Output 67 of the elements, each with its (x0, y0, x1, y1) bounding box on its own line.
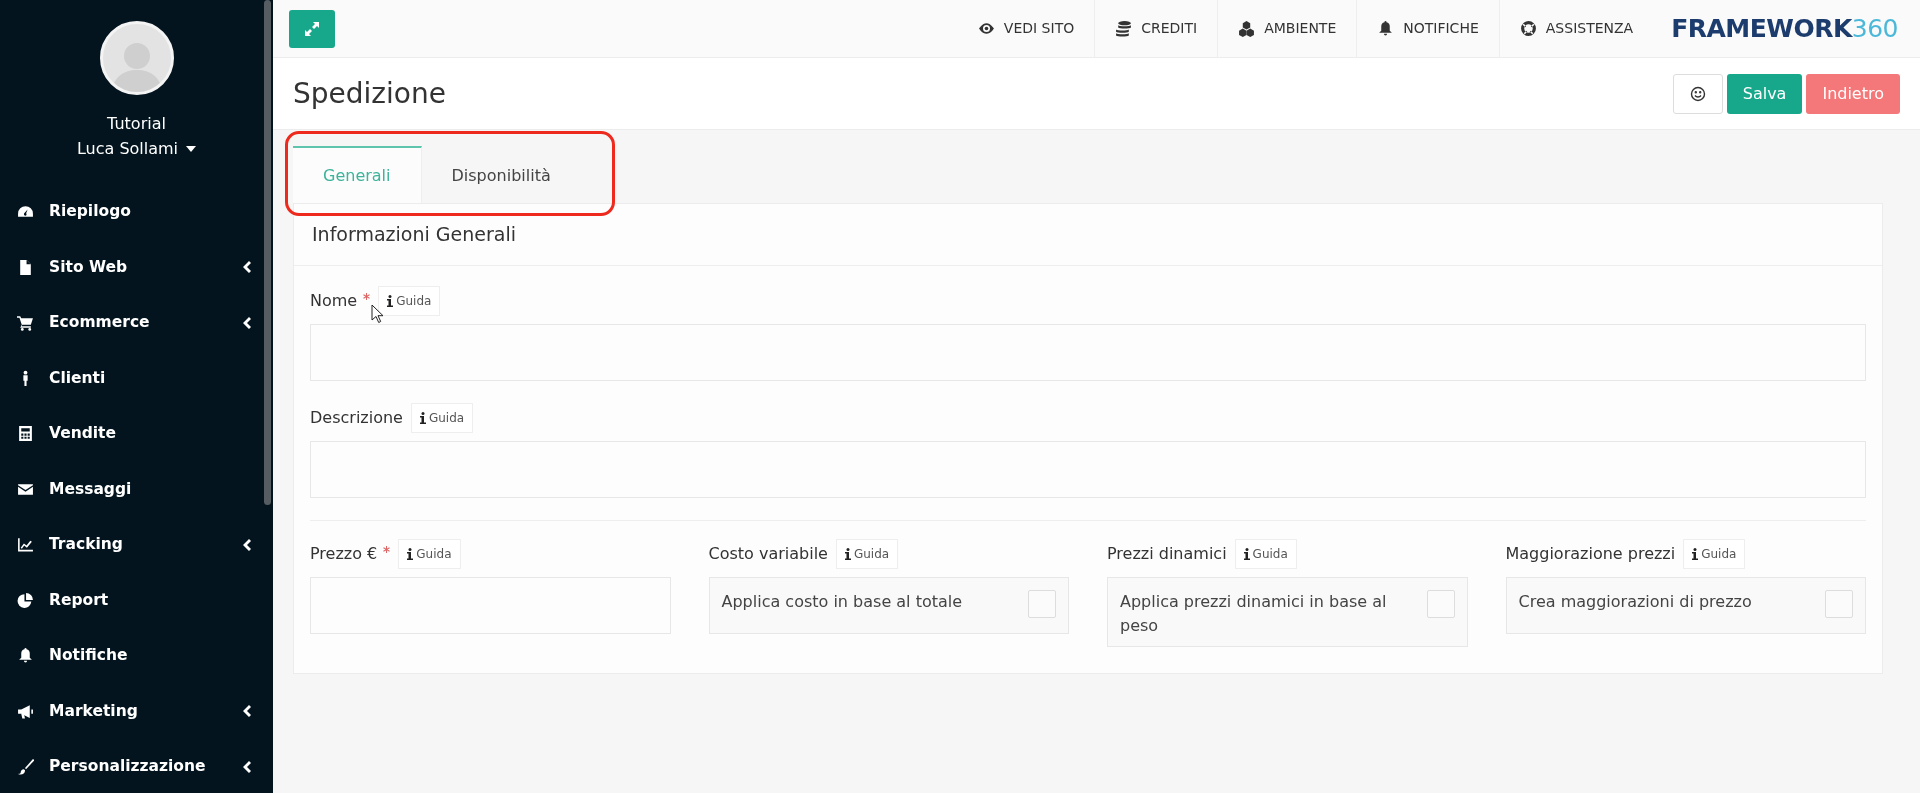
sidebar-item[interactable]: Messaggi (0, 461, 273, 517)
checkbox[interactable] (1426, 589, 1455, 618)
info-icon (844, 547, 851, 560)
field-label: Prezzi dinamici (1107, 542, 1227, 565)
tab[interactable]: Disponibilità (421, 146, 581, 203)
help-button[interactable]: Guida (1683, 538, 1746, 569)
sidebar-item[interactable]: Riepilogo (0, 184, 273, 240)
help-button[interactable]: Guida (410, 402, 474, 433)
cart-icon (17, 314, 34, 332)
checkbox[interactable] (1028, 589, 1056, 618)
card-title: Informazioni Generali (294, 204, 1882, 266)
checkbox-label: Applica costo in base al totale (721, 590, 963, 613)
emoji-button[interactable] (1672, 73, 1723, 114)
calculator-icon (17, 425, 34, 443)
field-label: Costo variabile (708, 542, 828, 565)
page-title: Spedizione (293, 76, 446, 111)
sidebar-item[interactable]: Notifiche (0, 628, 273, 684)
coins-icon (1115, 20, 1133, 37)
topbar-link[interactable]: ASSISTENZA (1498, 0, 1654, 58)
field-label: Maggiorazione prezzi (1505, 542, 1676, 565)
help-button[interactable]: Guida (835, 538, 899, 569)
field-label: Descrizione (310, 406, 403, 429)
smiley-icon (1689, 86, 1706, 102)
input-field[interactable] (310, 323, 1866, 381)
scrollbar[interactable] (264, 0, 271, 505)
info-icon (419, 411, 426, 424)
help-button[interactable]: Guida (1234, 538, 1297, 569)
bell-icon (17, 647, 34, 665)
user-org: Tutorial (107, 113, 166, 135)
user-name[interactable]: Luca Sollami (76, 136, 179, 161)
cursor-icon (371, 304, 385, 324)
sidebar-item[interactable]: Sito Web (0, 239, 273, 295)
checkbox[interactable] (1825, 589, 1853, 618)
topbar-link[interactable]: VEDI SITO (957, 0, 1095, 58)
megaphone-icon (17, 702, 34, 720)
sidebar-item[interactable]: Ecommerce (0, 295, 273, 351)
topbar-link[interactable]: CREDITI (1094, 0, 1218, 58)
topbar-link[interactable]: NOTIFICHE (1356, 0, 1499, 58)
document-icon (17, 258, 34, 276)
info-icon (407, 547, 414, 560)
line-chart-icon (17, 536, 34, 554)
caret-down-icon (186, 145, 197, 152)
info-icon (387, 294, 394, 307)
info-icon (1243, 547, 1250, 560)
sidebar-item[interactable]: Tracking (0, 517, 273, 573)
expand-button[interactable] (289, 9, 335, 48)
sidebar-item[interactable]: Clienti (0, 350, 273, 406)
sidebar-item[interactable]: Personalizzazione (0, 739, 273, 793)
cubes-icon (1238, 20, 1256, 37)
checkbox-label: Applica prezzi dinamici in base al peso (1120, 590, 1388, 637)
topbar-link[interactable]: AMBIENTE (1217, 0, 1357, 58)
help-button[interactable]: Guida (378, 285, 441, 316)
bell-icon (1377, 20, 1395, 37)
sidebar-item[interactable]: Vendite (0, 406, 273, 462)
eye-icon (977, 20, 995, 37)
pie-chart-icon (17, 591, 34, 609)
life-ring-icon (1519, 20, 1537, 37)
checkbox-label: Crea maggiorazioni di prezzo (1518, 590, 1752, 613)
sidebar-item[interactable]: Report (0, 572, 273, 628)
info-icon (1692, 547, 1699, 560)
brush-icon (17, 758, 34, 776)
logo: FRAMEWORK360 (1671, 12, 1898, 45)
field-label: Prezzo € (310, 542, 378, 565)
expand-icon (305, 21, 319, 36)
sidebar-item[interactable]: Marketing (0, 683, 273, 739)
field-label: Nome (310, 289, 358, 312)
help-button[interactable]: Guida (398, 538, 461, 569)
